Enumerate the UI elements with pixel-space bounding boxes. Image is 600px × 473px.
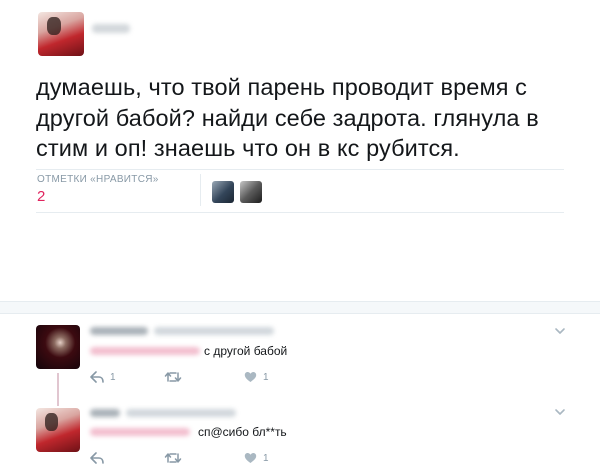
stat-separator bbox=[200, 174, 201, 206]
likes-label: ОТМЕТКИ «НРАВИТСЯ» bbox=[37, 174, 159, 185]
retweet-action[interactable] bbox=[164, 452, 188, 464]
reply-author-avatar[interactable] bbox=[36, 408, 80, 452]
liker-avatar[interactable] bbox=[212, 181, 234, 203]
reply-count: 1 bbox=[110, 371, 116, 383]
heart-icon bbox=[244, 372, 257, 382]
likes-count: 2 bbox=[37, 188, 46, 205]
reply-icon bbox=[90, 452, 104, 464]
reply-mention-blurred[interactable] bbox=[90, 428, 190, 436]
reply-tweet[interactable]: с другой бабой 1 1 bbox=[0, 315, 600, 400]
reply-author-handle-blurred[interactable] bbox=[126, 409, 236, 417]
reply-author-name-blurred[interactable] bbox=[90, 327, 148, 335]
like-count: 1 bbox=[263, 371, 269, 383]
reply-action[interactable]: 1 bbox=[90, 371, 116, 383]
main-tweet: думаешь, что твой парень проводит время … bbox=[0, 0, 600, 300]
thread-line bbox=[57, 400, 59, 406]
reply-author-name-blurred[interactable] bbox=[90, 409, 120, 417]
like-action[interactable]: 1 bbox=[244, 452, 269, 464]
like-action[interactable]: 1 bbox=[244, 371, 269, 383]
divider bbox=[36, 212, 564, 213]
reply-author-avatar[interactable] bbox=[36, 325, 80, 369]
replies-separator bbox=[0, 301, 600, 314]
reply-text: сп@сибо бл**ть bbox=[198, 425, 287, 439]
reply-tweet[interactable]: сп@сибо бл**ть 1 bbox=[0, 400, 600, 473]
divider bbox=[36, 169, 564, 170]
retweet-icon bbox=[164, 372, 182, 382]
chevron-down-icon[interactable] bbox=[554, 406, 566, 418]
like-count: 1 bbox=[263, 452, 269, 464]
tweet-text: думаешь, что твой парень проводит время … bbox=[36, 74, 539, 161]
reply-mention-blurred[interactable] bbox=[90, 347, 200, 355]
chevron-down-icon[interactable] bbox=[554, 325, 566, 337]
reply-actions: 1 bbox=[90, 452, 290, 466]
author-name-blurred[interactable] bbox=[92, 24, 130, 33]
retweet-action[interactable] bbox=[164, 371, 188, 383]
reply-icon bbox=[90, 371, 104, 383]
reply-action[interactable] bbox=[90, 452, 110, 464]
thread-line bbox=[57, 373, 59, 400]
reply-text: с другой бабой bbox=[204, 344, 288, 358]
reply-author-handle-blurred[interactable] bbox=[154, 327, 274, 335]
retweet-icon bbox=[164, 453, 182, 463]
heart-icon bbox=[244, 453, 257, 463]
author-avatar[interactable] bbox=[38, 12, 84, 56]
reply-actions: 1 1 bbox=[90, 371, 290, 385]
liker-avatar[interactable] bbox=[240, 181, 262, 203]
likes-stat[interactable]: ОТМЕТКИ «НРАВИТСЯ» 2 bbox=[37, 174, 159, 205]
